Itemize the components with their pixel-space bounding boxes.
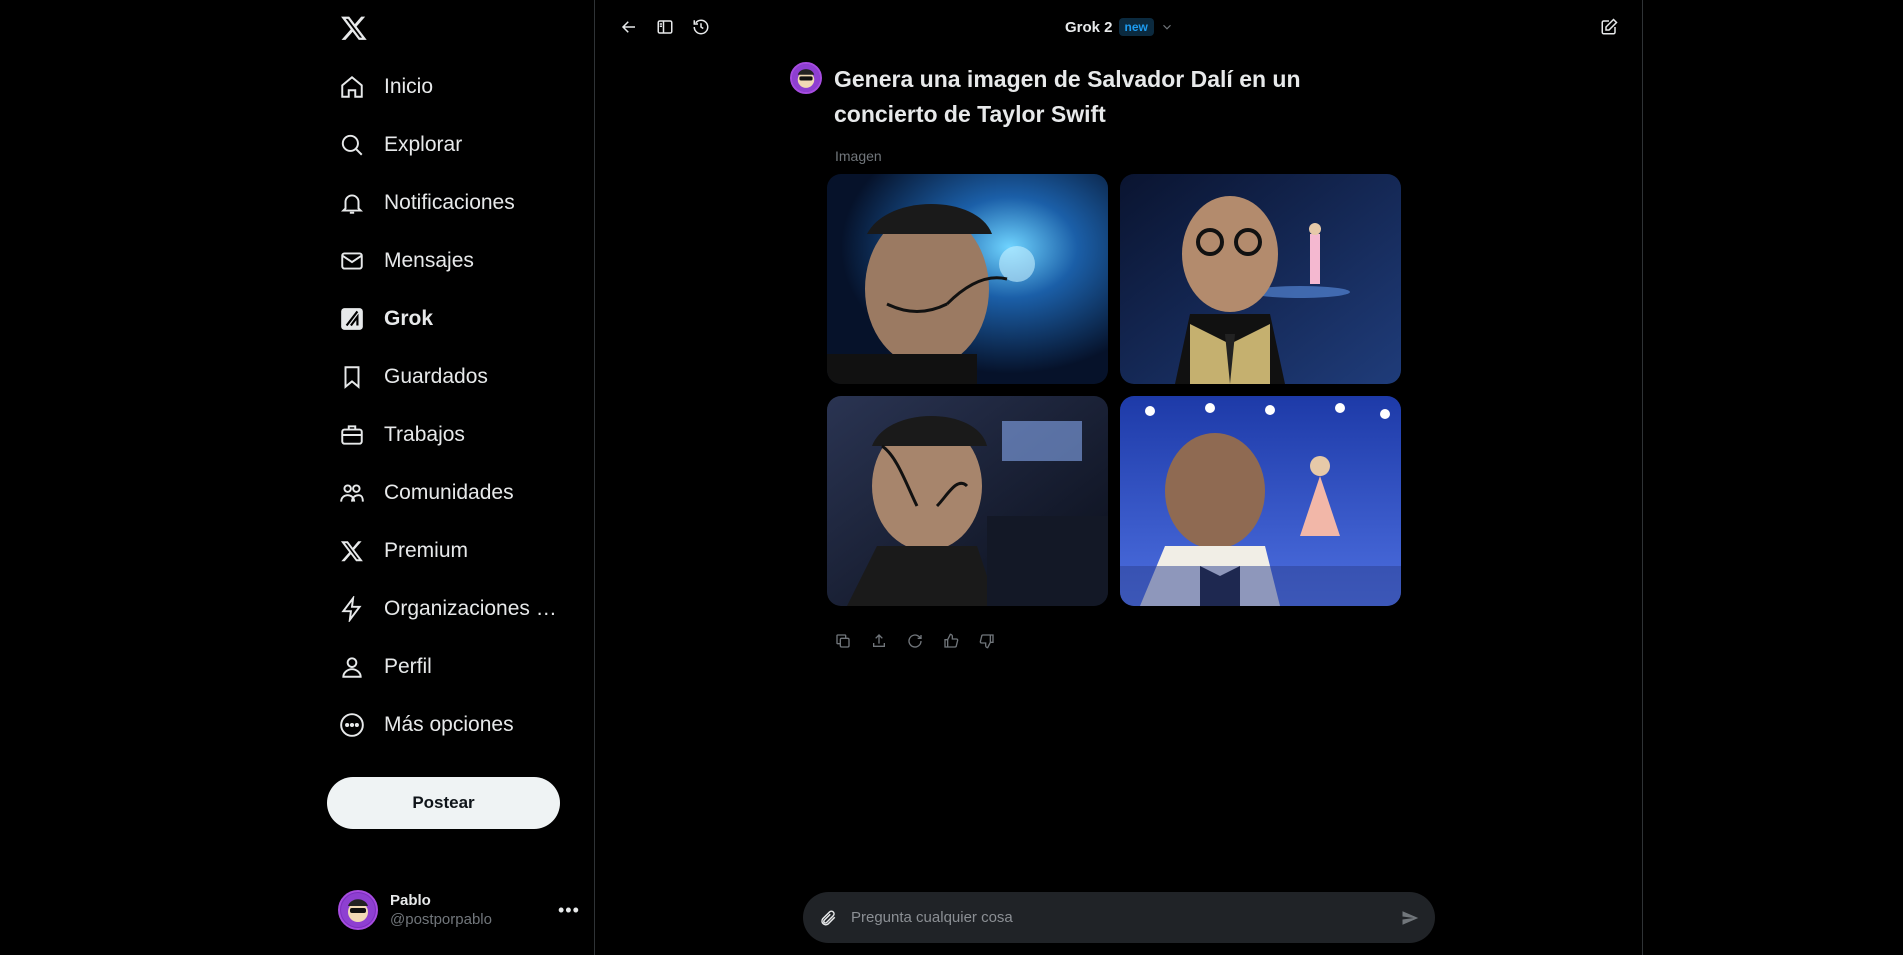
nav-item-comunidades[interactable]: Comunidades bbox=[334, 464, 594, 522]
nav-item-organizaciones[interactable]: Organizaciones verificadas bbox=[334, 580, 594, 638]
generated-images-grid bbox=[827, 174, 1401, 606]
nav-item-premium[interactable]: Premium bbox=[334, 522, 594, 580]
lightning-icon bbox=[338, 595, 366, 623]
nav-item-trabajos[interactable]: Trabajos bbox=[334, 406, 594, 464]
attachment-label: Imagen bbox=[835, 148, 882, 164]
send-icon[interactable] bbox=[1401, 909, 1419, 927]
nav-item-perfil[interactable]: Perfil bbox=[334, 638, 594, 696]
user-message: Genera una imagen de Salvador Dalí en un… bbox=[790, 62, 1400, 132]
nav-item-grok[interactable]: Grok bbox=[334, 290, 594, 348]
bookmark-icon bbox=[338, 363, 366, 391]
prompt-input-bar bbox=[803, 892, 1435, 943]
sidebar: Inicio Explorar Notificaciones Mensajes … bbox=[322, 0, 594, 955]
model-selector[interactable]: Grok 2 new bbox=[1065, 16, 1174, 38]
sidebar-toggle-icon[interactable] bbox=[654, 16, 676, 38]
back-arrow-icon[interactable] bbox=[618, 16, 640, 38]
more-horizontal-icon[interactable]: ••• bbox=[558, 900, 579, 921]
more-circle-icon bbox=[338, 711, 366, 739]
account-handle: @postporpablo bbox=[390, 911, 492, 928]
paperclip-icon[interactable] bbox=[819, 909, 837, 927]
thumbs-up-icon[interactable] bbox=[942, 632, 960, 650]
account-switcher[interactable]: Pablo @postporpablo ••• bbox=[338, 888, 579, 932]
bell-icon bbox=[338, 189, 366, 217]
generated-image-3[interactable] bbox=[827, 396, 1108, 606]
chat-thread: Genera una imagen de Salvador Dalí en un… bbox=[790, 62, 1401, 650]
briefcase-icon bbox=[338, 421, 366, 449]
thumbs-down-icon[interactable] bbox=[978, 632, 996, 650]
post-button[interactable]: Postear bbox=[327, 777, 560, 829]
nav-label: Grok bbox=[384, 307, 434, 330]
nav-label: Más opciones bbox=[384, 713, 514, 736]
home-icon bbox=[338, 73, 366, 101]
nav-label: Premium bbox=[384, 539, 469, 562]
x-premium-icon bbox=[338, 537, 366, 565]
nav-label: Mensajes bbox=[384, 249, 474, 272]
new-badge: new bbox=[1118, 18, 1154, 36]
share-icon[interactable] bbox=[870, 632, 888, 650]
nav-item-inicio[interactable]: Inicio bbox=[334, 58, 594, 116]
compose-icon[interactable] bbox=[1598, 16, 1620, 38]
grok-topbar: Grok 2 new bbox=[595, 0, 1642, 54]
nav-item-mas-opciones[interactable]: Más opciones bbox=[334, 696, 594, 754]
user-avatar bbox=[790, 62, 822, 94]
nav-label: Organizaciones verificadas bbox=[384, 597, 564, 620]
right-divider bbox=[1642, 0, 1643, 955]
generated-image-2[interactable] bbox=[1120, 174, 1401, 384]
history-icon[interactable] bbox=[690, 16, 712, 38]
chevron-down-icon bbox=[1160, 20, 1174, 34]
left-divider bbox=[594, 0, 595, 955]
regenerate-icon[interactable] bbox=[906, 632, 924, 650]
generated-image-4[interactable] bbox=[1120, 396, 1401, 606]
nav-label: Explorar bbox=[384, 133, 463, 156]
nav-label: Inicio bbox=[384, 75, 434, 98]
nav-label: Notificaciones bbox=[384, 191, 515, 214]
search-icon bbox=[338, 131, 366, 159]
nav-item-explorar[interactable]: Explorar bbox=[334, 116, 594, 174]
person-icon bbox=[338, 653, 366, 681]
primary-nav: Inicio Explorar Notificaciones Mensajes … bbox=[334, 58, 594, 754]
nav-item-mensajes[interactable]: Mensajes bbox=[334, 232, 594, 290]
mail-icon bbox=[338, 247, 366, 275]
account-text: Pablo @postporpablo bbox=[390, 892, 558, 928]
grok-icon bbox=[338, 305, 366, 333]
communities-icon bbox=[338, 479, 366, 507]
user-prompt: Genera una imagen de Salvador Dalí en un… bbox=[834, 66, 1301, 127]
x-logo-icon[interactable] bbox=[338, 12, 370, 44]
copy-icon[interactable] bbox=[834, 632, 852, 650]
response-actions bbox=[834, 632, 1400, 650]
nav-label: Trabajos bbox=[384, 423, 465, 446]
nav-label: Perfil bbox=[384, 655, 432, 678]
avatar bbox=[338, 890, 378, 930]
nav-label: Guardados bbox=[384, 365, 488, 388]
nav-item-notificaciones[interactable]: Notificaciones bbox=[334, 174, 594, 232]
nav-label: Comunidades bbox=[384, 481, 514, 504]
model-name: Grok 2 bbox=[1065, 18, 1113, 36]
prompt-input[interactable] bbox=[851, 909, 1401, 926]
account-name: Pablo bbox=[390, 892, 431, 909]
nav-item-guardados[interactable]: Guardados bbox=[334, 348, 594, 406]
generated-image-1[interactable] bbox=[827, 174, 1108, 384]
